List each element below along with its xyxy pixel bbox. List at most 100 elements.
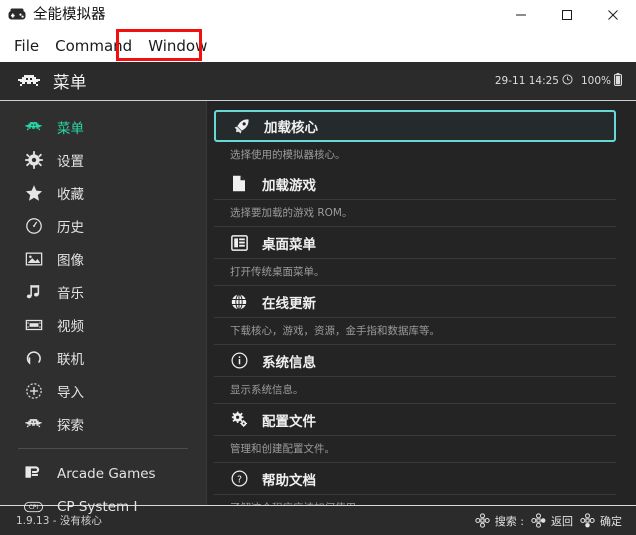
datetime-label: 29-11 14:25: [494, 75, 559, 87]
menu-entry-row[interactable]: 加载游戏: [214, 168, 616, 200]
menu-entry-description: 打开传统桌面菜单。: [214, 259, 616, 286]
maximize-button[interactable]: [544, 0, 590, 30]
emulator-header-status: 29-11 14:25 100%: [495, 73, 622, 89]
menu-entry-description: 选择使用的模拟器核心。: [230, 149, 346, 161]
menu-entry-label: 帮助文档: [262, 472, 316, 489]
menu-entry-description: 了解这个程序应该如何使用。: [214, 495, 616, 505]
window-titlebar: 全能模拟器: [0, 0, 636, 30]
globe-icon: [230, 293, 248, 311]
sidebar-item-label: 导入: [57, 384, 84, 401]
menubar: File Command Window: [0, 30, 636, 62]
menu-entry-row[interactable]: 在线更新: [214, 286, 616, 318]
menu-entry-row[interactable]: 系统信息: [214, 345, 616, 377]
sidebar-item-settings[interactable]: 设置: [0, 143, 206, 176]
hint-search[interactable]: 搜索 :: [475, 513, 524, 529]
menu-entry[interactable]: 配置文件 管理和创建配置文件。: [214, 404, 616, 463]
menu-entry-label: 加载核心: [264, 120, 318, 136]
footer-hints: 搜索 : 返回 确定: [475, 513, 622, 529]
menu-entry[interactable]: 加载核心 选择使用的模拟器核心。: [214, 110, 616, 168]
sidebar-item-images[interactable]: 图像: [0, 242, 206, 275]
sidebar-item-label: 收藏: [57, 186, 84, 203]
video-icon: [24, 315, 43, 334]
menu-command[interactable]: Command: [47, 34, 140, 59]
clock-status: 29-11 14:25: [495, 74, 573, 88]
menu-entry[interactable]: 桌面菜单 打开传统桌面菜单。: [214, 227, 616, 286]
rocket-icon: [232, 117, 250, 135]
emulator-window: 菜单 29-11 14:25 100% 菜单 设置 收藏 历史 图像 音乐 视频…: [0, 62, 636, 535]
menu-entry-description: 管理和创建配置文件。: [214, 436, 616, 463]
menu-entry-label: 系统信息: [262, 354, 316, 371]
sidebar-item-netplay[interactable]: 联机: [0, 341, 206, 374]
menu-entry-label: 配置文件: [262, 413, 316, 430]
menu-entry-row[interactable]: 桌面菜单: [214, 227, 616, 259]
sidebar-item-label: 历史: [57, 219, 84, 236]
menu-file[interactable]: File: [6, 34, 47, 59]
gears-icon: [230, 411, 248, 429]
star-icon: [24, 183, 43, 202]
netplay-icon: [24, 348, 43, 367]
sidebar: 菜单 设置 收藏 历史 图像 音乐 视频 联机 导入 探索 Arcade Gam…: [0, 101, 207, 515]
hint-confirm[interactable]: 确定: [580, 513, 622, 529]
sidebar-item-explore[interactable]: 探索: [0, 407, 206, 440]
sidebar-item-label: 视频: [57, 318, 84, 335]
history-icon: [24, 216, 43, 235]
image-icon: [24, 249, 43, 268]
sidebar-item-arcade-games[interactable]: Arcade Games: [0, 457, 206, 490]
menu-entry-list: 加载核心 选择使用的模拟器核心。 加载游戏 选择要加载的游戏 ROM。 桌面菜单…: [207, 101, 636, 505]
emulator-header: 菜单 29-11 14:25 100%: [0, 62, 636, 101]
menu-entry-label: 加载游戏: [262, 177, 316, 194]
sidebar-item-label: 设置: [57, 153, 84, 170]
menu-entry[interactable]: 在线更新 下载核心，游戏，资源，金手指和数据库等。: [214, 286, 616, 345]
info-icon: [230, 352, 248, 370]
window-list-icon: [230, 234, 248, 252]
sidebar-item-label: 探索: [57, 417, 84, 434]
sidebar-item-label: Arcade Games: [57, 465, 156, 482]
menu-entry-description: 选择要加载的游戏 ROM。: [214, 200, 616, 227]
sidebar-item-favorites[interactable]: 收藏: [0, 176, 206, 209]
sidebar-divider: [18, 448, 188, 449]
gamepad-icon: [8, 6, 26, 24]
app-root: 全能模拟器 File Command Window 菜单 29-11 14:25…: [0, 0, 636, 535]
menu-entry-description: 下载核心，游戏，资源，金手指和数据库等。: [214, 318, 616, 345]
menu-entry[interactable]: ? 帮助文档 了解这个程序应该如何使用。: [214, 463, 616, 505]
sidebar-item-label: 菜单: [57, 120, 84, 137]
battery-percent-label: 100%: [580, 75, 611, 87]
minimize-button[interactable]: [498, 0, 544, 30]
sidebar-item-video[interactable]: 视频: [0, 308, 206, 341]
hint-label: 搜索 :: [494, 514, 524, 528]
dpad-icon: [475, 513, 490, 528]
close-button[interactable]: [590, 0, 636, 30]
sidebar-item-label: 音乐: [57, 285, 84, 302]
clock-icon: [562, 74, 573, 88]
menu-entry-label: 在线更新: [262, 295, 316, 312]
music-note-icon: [24, 282, 43, 301]
gear-icon: [24, 150, 43, 169]
sidebar-item-history[interactable]: 历史: [0, 209, 206, 242]
menu-entry-row[interactable]: 加载核心: [214, 110, 616, 142]
file-icon: [230, 175, 248, 193]
hint-back[interactable]: 返回: [531, 513, 573, 529]
sidebar-item-menu[interactable]: 菜单: [0, 110, 206, 143]
menu-entry-description: 显示系统信息。: [214, 377, 616, 404]
menu-window[interactable]: Window: [140, 34, 215, 59]
emulator-body: 菜单 设置 收藏 历史 图像 音乐 视频 联机 导入 探索 Arcade Gam…: [0, 101, 636, 515]
sidebar-item-import[interactable]: 导入: [0, 374, 206, 407]
menu-entry-label: 桌面菜单: [262, 236, 316, 253]
arcade-cabinet-icon: [24, 464, 43, 483]
battery-status: 100%: [581, 73, 622, 89]
hint-label: 返回: [551, 514, 573, 528]
menu-entry-row[interactable]: 配置文件: [214, 404, 616, 436]
menu-entry[interactable]: 系统信息 显示系统信息。: [214, 345, 616, 404]
space-invader-icon: [24, 117, 43, 136]
svg-text:CPI: CPI: [29, 505, 39, 511]
space-invader-icon: [16, 72, 42, 90]
space-invader-icon: [24, 414, 43, 433]
sidebar-item-label: 图像: [57, 252, 84, 269]
version-status-label: 1.9.13 - 没有核心: [16, 515, 102, 527]
question-icon: ?: [230, 470, 248, 488]
menu-entry-row[interactable]: ? 帮助文档: [214, 463, 616, 495]
sidebar-item-music[interactable]: 音乐: [0, 275, 206, 308]
menu-entry[interactable]: 加载游戏 选择要加载的游戏 ROM。: [214, 168, 616, 227]
plus-circle-icon: [24, 381, 43, 400]
window-controls: [498, 0, 636, 30]
